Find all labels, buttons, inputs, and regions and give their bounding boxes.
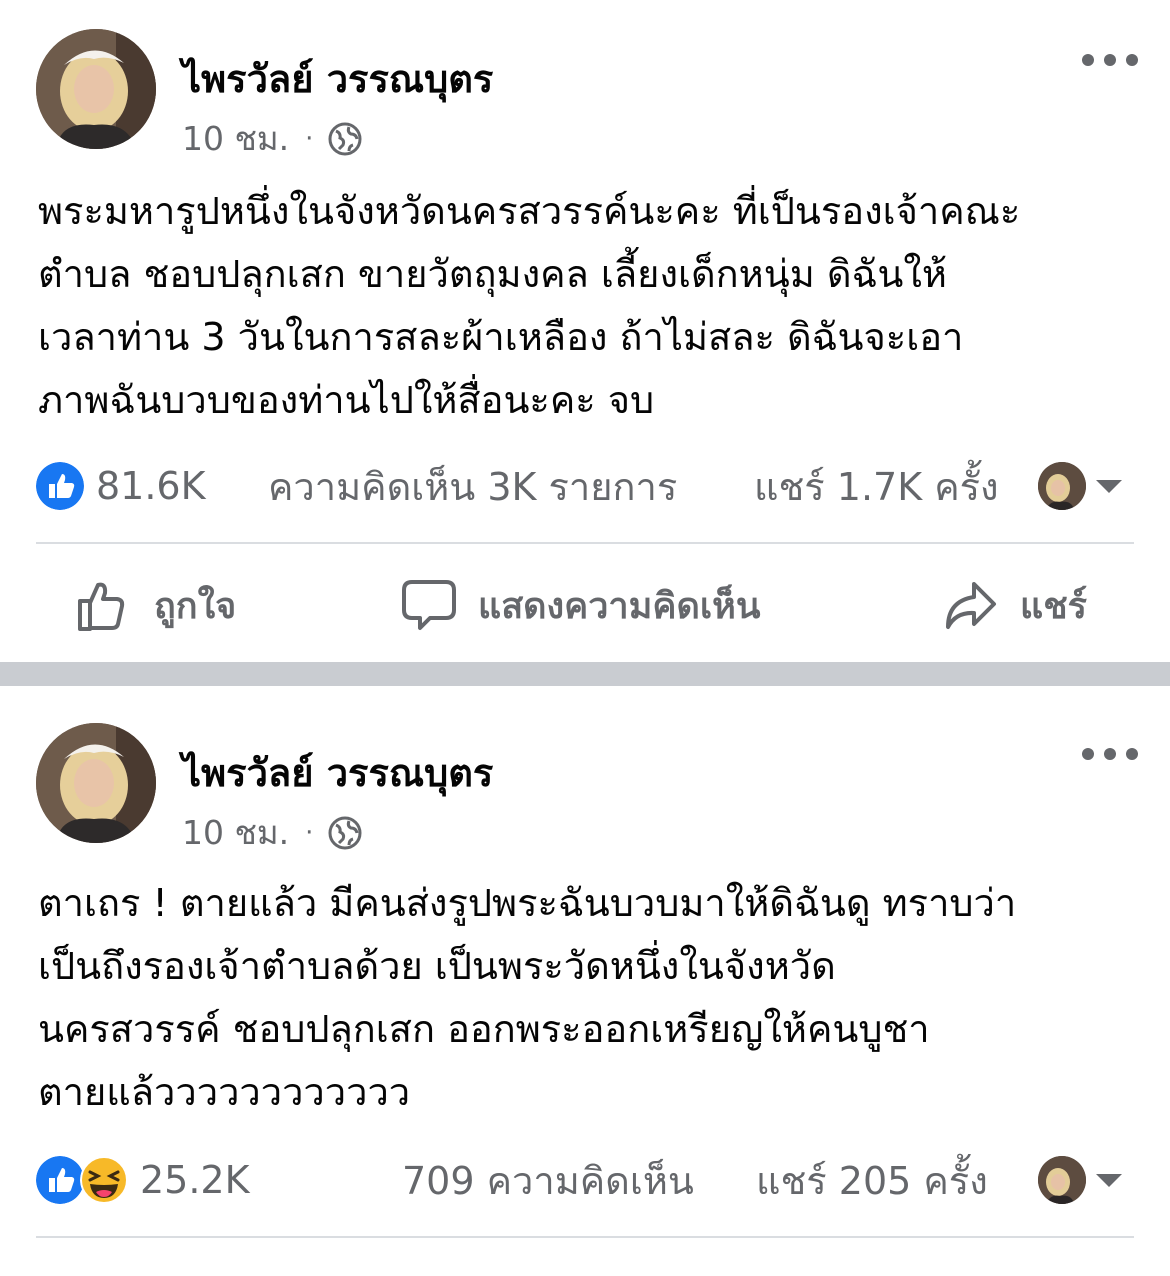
post-time[interactable]: 10 ชม. [182,112,289,165]
audience-selector[interactable] [1038,1152,1122,1208]
comments-count[interactable]: ความคิดเห็น 3K รายการ [268,458,677,514]
like-label: ถูกใจ [154,585,237,627]
action-bar: ถูกใจ แสดงความคิดเห็น แชร์ [0,548,1170,662]
post-time[interactable]: 10 ชม. [182,806,289,859]
comments-count-text[interactable]: ความคิดเห็น 3K รายการ [268,456,677,517]
reactions-summary[interactable]: 81.6K [36,458,206,514]
feed-separator [0,662,1170,686]
shares-count-text[interactable]: แชร์ 1.7K ครั้ง [754,456,999,517]
thumbs-up-icon [36,462,84,510]
share-label: แชร์ [1020,585,1087,627]
author-name[interactable]: ไพรวัลย์ วรรณบุตร [182,48,493,109]
viewer-avatar [1038,1156,1086,1204]
post-text-line: เป็นถึงรองเจ้าตำบลด้วย เป็นพระวัดหนึ่งใน… [38,944,836,988]
shares-count-text[interactable]: แชร์ 205 ครั้ง [756,1150,988,1211]
shares-count[interactable]: แชร์ 1.7K ครั้ง [754,458,999,514]
post-text-line: นครสวรรค์ ชอบปลุกเสก ออกพระออกเหรียญให้ค… [38,1007,930,1051]
post-text-line: เวลาท่าน 3 วันในการสละผ้าเหลือง ถ้าไม่สล… [38,315,964,359]
thumbs-up-outline-icon [78,582,125,631]
chevron-down-icon [1096,479,1122,493]
reactions-count: 25.2K [140,1158,250,1202]
post-stats: 25.2K 709 ความคิดเห็น แชร์ 205 ครั้ง [36,1152,1134,1208]
meta-dot: · [305,817,314,848]
divider [36,1236,1134,1238]
share-button[interactable]: แชร์ [944,548,1087,662]
audience-selector[interactable] [1038,458,1122,514]
speech-bubble-icon [402,580,456,630]
author-avatar[interactable] [36,723,156,843]
post-stats: 81.6K ความคิดเห็น 3K รายการ แชร์ 1.7K คร… [36,458,1134,514]
more-options-icon[interactable] [1082,50,1138,70]
thumbs-up-icon [36,1156,84,1204]
author-avatar[interactable] [36,29,156,149]
globe-icon [328,122,362,155]
comment-label: แสดงความคิดเห็น [478,585,761,627]
more-options-icon[interactable] [1082,744,1138,764]
reactions-summary[interactable]: 25.2K [36,1152,250,1208]
share-arrow-icon [946,582,996,629]
comments-count[interactable]: 709 ความคิดเห็น [402,1152,694,1208]
globe-icon [328,816,362,849]
comment-button[interactable]: แสดงความคิดเห็น [402,548,760,662]
post-text-line: ตาเถร ! ตายแล้ว มีคนส่งรูปพระฉันบวบมาให้… [38,881,1017,925]
reactions-count: 81.6K [96,464,206,508]
shares-count[interactable]: แชร์ 205 ครั้ง [756,1152,988,1208]
post-text-line: ตายแล้วววววววววววว [38,1070,411,1114]
viewer-avatar [1038,462,1086,510]
post-text-line: ภาพฉันบวบของท่านไปให้สื่อนะคะ จบ [38,378,655,422]
comments-count-text[interactable]: 709 ความคิดเห็น [402,1150,694,1211]
post-card: ไพรวัลย์ วรรณบุตร 10 ชม. · พระมหารูปหนึ่… [0,0,1170,662]
post-text-line: พระมหารูปหนึ่งในจังหวัดนครสวรรค์นะคะ ที่… [38,189,1021,233]
post-text: ตาเถร ! ตายแล้ว มีคนส่งรูปพระฉันบวบมาให้… [38,872,1138,1124]
divider [36,542,1134,544]
laughing-emoji-icon [80,1156,128,1204]
post-meta: 10 ชม. · [182,806,363,859]
post-meta: 10 ชม. · [182,112,363,165]
post-text: พระมหารูปหนึ่งในจังหวัดนครสวรรค์นะคะ ที่… [38,180,1138,432]
meta-dot: · [305,123,314,154]
post-card: ไพรวัลย์ วรรณบุตร 10 ชม. · ตาเถร ! ตายแล… [0,686,1170,1276]
like-button[interactable]: ถูกใจ [76,548,236,662]
chevron-down-icon [1096,1173,1122,1187]
author-name[interactable]: ไพรวัลย์ วรรณบุตร [182,742,493,803]
post-text-line: ตำบล ชอบปลุกเสก ขายวัตถุมงคล เลี้ยงเด็กห… [38,252,947,296]
